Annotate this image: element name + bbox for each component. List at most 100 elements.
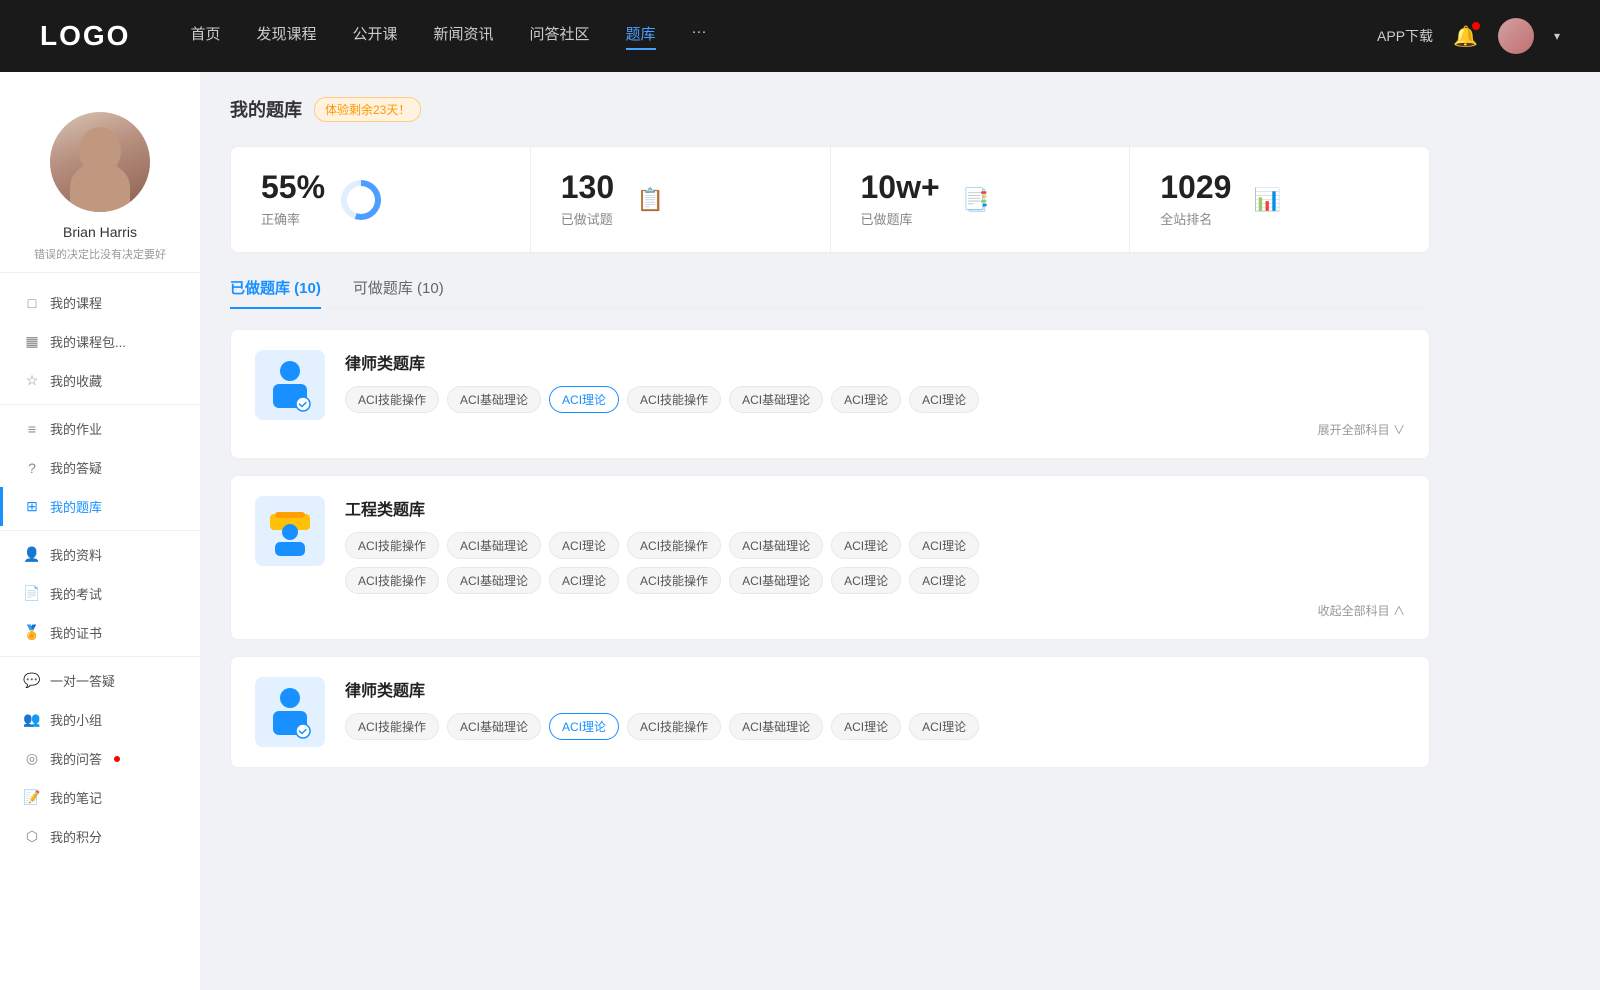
app-download-button[interactable]: APP下载 (1377, 26, 1433, 46)
bar-red-icon: 📊 (1247, 180, 1287, 220)
logo: LOGO (40, 20, 130, 52)
tag-eng2-basic-1[interactable]: ACI基础理论 (447, 567, 541, 594)
tag-eng-basic-1[interactable]: ACI基础理论 (447, 532, 541, 559)
tag-law2-theory-3[interactable]: ACI理论 (909, 713, 979, 740)
tag-eng-skill-2[interactable]: ACI技能操作 (627, 532, 721, 559)
sidebar-item-label: 一对一答疑 (50, 671, 115, 690)
sidebar-item-label: 我的考试 (50, 584, 102, 603)
sidebar-item-course-packages[interactable]: ▦ 我的课程包... (0, 322, 200, 361)
tag-aci-theory-active-1[interactable]: ACI理论 (549, 386, 619, 413)
lawyer-svg (265, 358, 315, 413)
sidebar-item-my-courses[interactable]: □ 我的课程 (0, 283, 200, 322)
tag-law2-theory-active[interactable]: ACI理论 (549, 713, 619, 740)
avatar-image (1498, 18, 1534, 54)
file2-icon: 📄 (24, 586, 40, 602)
user-avatar[interactable] (1498, 18, 1534, 54)
tag-law2-skill-1[interactable]: ACI技能操作 (345, 713, 439, 740)
tag-law2-basic-1[interactable]: ACI基础理论 (447, 713, 541, 740)
sidebar-divider-3 (0, 656, 200, 657)
qbank-header-1: 律师类题库 ACI技能操作 ACI基础理论 ACI理论 ACI技能操作 ACI基… (255, 350, 1405, 438)
notification-dot (1472, 22, 1480, 30)
sidebar-item-points[interactable]: ⬡ 我的积分 (0, 817, 200, 856)
stat-accuracy: 55% 正确率 (231, 147, 531, 252)
sidebar-item-my-qa[interactable]: ◎ 我的问答 (0, 739, 200, 778)
qbank-list: 律师类题库 ACI技能操作 ACI基础理论 ACI理论 ACI技能操作 ACI基… (230, 329, 1430, 784)
nav-courses[interactable]: 发现课程 (256, 23, 316, 50)
sidebar-item-label: 我的课程 (50, 293, 102, 312)
stat-questions-done: 130 已做试题 📋 (531, 147, 831, 252)
chat-icon: 💬 (24, 673, 40, 689)
tag-eng2-skill-1[interactable]: ACI技能操作 (345, 567, 439, 594)
qbank-expand-1[interactable]: 展开全部科目 ∨ (345, 421, 1405, 438)
nav-news[interactable]: 新闻资讯 (434, 23, 494, 50)
qa-badge (114, 756, 120, 762)
qbank-title-1: 律师类题库 (345, 350, 1405, 374)
sidebar-item-tutor[interactable]: 💬 一对一答疑 (0, 661, 200, 700)
sidebar-item-questionbank[interactable]: ⊞ 我的题库 (0, 487, 200, 526)
sidebar-item-certificates[interactable]: 🏅 我的证书 (0, 613, 200, 652)
tag-law2-skill-2[interactable]: ACI技能操作 (627, 713, 721, 740)
tag-aci-theory-basic-1[interactable]: ACI基础理论 (447, 386, 541, 413)
nav-open-course[interactable]: 公开课 (352, 23, 397, 50)
qbank-body-2: 工程类题库 ACI技能操作 ACI基础理论 ACI理论 ACI技能操作 ACI基… (345, 496, 1405, 619)
nav-qa[interactable]: 问答社区 (530, 23, 590, 50)
nav-home[interactable]: 首页 (190, 23, 220, 50)
tag-eng-basic-2[interactable]: ACI基础理论 (729, 532, 823, 559)
sidebar-item-label: 我的课程包... (50, 332, 126, 351)
tag-aci-skill-1[interactable]: ACI技能操作 (345, 386, 439, 413)
qbank-header-3: 律师类题库 ACI技能操作 ACI基础理论 ACI理论 ACI技能操作 ACI基… (255, 677, 1405, 747)
profile-name: Brian Harris (20, 224, 180, 240)
qbank-card-lawyer-1: 律师类题库 ACI技能操作 ACI基础理论 ACI理论 ACI技能操作 ACI基… (230, 329, 1430, 459)
sidebar-item-homework[interactable]: ≡ 我的作业 (0, 409, 200, 448)
doc-green-icon: 📋 (630, 180, 670, 220)
nav-more[interactable]: ··· (692, 23, 707, 50)
stat-banks-done: 10w+ 已做题库 📑 (831, 147, 1131, 252)
stats-row: 55% 正确率 130 已做试题 📋 10w+ 已做题库 📑 (230, 146, 1430, 253)
qbank-body-3: 律师类题库 ACI技能操作 ACI基础理论 ACI理论 ACI技能操作 ACI基… (345, 677, 1405, 740)
stat-questions-label: 已做试题 (561, 209, 614, 228)
sidebar-item-label: 我的收藏 (50, 371, 102, 390)
stat-accuracy-info: 55% 正确率 (261, 171, 325, 228)
tag-law2-basic-2[interactable]: ACI基础理论 (729, 713, 823, 740)
sidebar-item-groups[interactable]: 👥 我的小组 (0, 700, 200, 739)
navbar: LOGO 首页 发现课程 公开课 新闻资讯 问答社区 题库 ··· APP下载 … (0, 0, 1600, 72)
tag-aci-basic-2[interactable]: ACI基础理论 (729, 386, 823, 413)
tag-eng2-skill-2[interactable]: ACI技能操作 (627, 567, 721, 594)
qbank-card-engineer: 工程类题库 ACI技能操作 ACI基础理论 ACI理论 ACI技能操作 ACI基… (230, 475, 1430, 640)
tag-eng2-theory-1[interactable]: ACI理论 (549, 567, 619, 594)
sidebar-item-profile[interactable]: 👤 我的资料 (0, 535, 200, 574)
user-dropdown-arrow[interactable]: ▾ (1554, 29, 1560, 43)
stat-accuracy-value: 55% (261, 171, 325, 203)
stat-banks-info: 10w+ 已做题库 (861, 171, 940, 228)
sidebar-item-questions[interactable]: ? 我的答疑 (0, 448, 200, 487)
tag-eng-theory-1[interactable]: ACI理论 (549, 532, 619, 559)
tag-aci-skill-2[interactable]: ACI技能操作 (627, 386, 721, 413)
sidebar-item-label: 我的资料 (50, 545, 102, 564)
tag-eng-theory-2[interactable]: ACI理论 (831, 532, 901, 559)
tab-done-banks[interactable]: 已做题库 (10) (230, 277, 321, 308)
nav-questionbank[interactable]: 题库 (626, 23, 656, 50)
notification-bell[interactable]: 🔔 (1453, 24, 1478, 49)
engineer-svg (265, 504, 315, 559)
tab-available-banks[interactable]: 可做题库 (10) (353, 277, 444, 308)
trial-badge: 体验剩余23天！ (314, 97, 421, 122)
tag-aci-theory-2[interactable]: ACI理论 (831, 386, 901, 413)
tag-eng-theory-3[interactable]: ACI理论 (909, 532, 979, 559)
qbank-card-lawyer-2: 律师类题库 ACI技能操作 ACI基础理论 ACI理论 ACI技能操作 ACI基… (230, 656, 1430, 768)
qbank-collapse-2[interactable]: 收起全部科目 ∧ (345, 602, 1405, 619)
qbank-title-3: 律师类题库 (345, 677, 1405, 701)
tag-eng-skill-1[interactable]: ACI技能操作 (345, 532, 439, 559)
tag-eng2-basic-2[interactable]: ACI基础理论 (729, 567, 823, 594)
tag-eng2-theory-3[interactable]: ACI理论 (909, 567, 979, 594)
sidebar-item-favorites[interactable]: ☆ 我的收藏 (0, 361, 200, 400)
qa-icon: ◎ (24, 751, 40, 767)
note-icon: 📝 (24, 790, 40, 806)
sidebar-item-notes[interactable]: 📝 我的笔记 (0, 778, 200, 817)
tag-aci-theory-3[interactable]: ACI理论 (909, 386, 979, 413)
tag-law2-theory-2[interactable]: ACI理论 (831, 713, 901, 740)
sidebar-item-exams[interactable]: 📄 我的考试 (0, 574, 200, 613)
stat-banks-value: 10w+ (861, 171, 940, 203)
stat-rank-info: 1029 全站排名 (1160, 171, 1231, 228)
score-icon: ⬡ (24, 829, 40, 845)
tag-eng2-theory-2[interactable]: ACI理论 (831, 567, 901, 594)
